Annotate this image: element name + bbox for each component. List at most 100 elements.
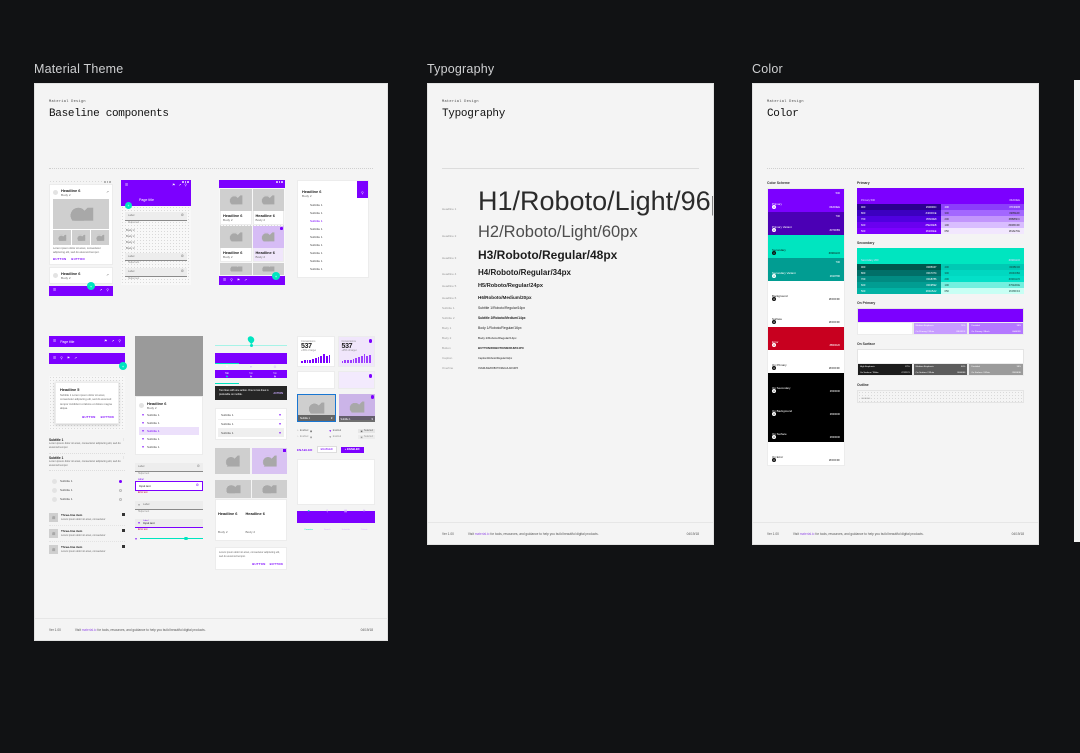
image-tile[interactable] <box>215 448 250 474</box>
text-field[interactable]: Label ⚙ <box>125 212 187 221</box>
text-field-leading-icon[interactable]: ♥ Label <box>135 500 203 510</box>
outlined-button[interactable]: ENABLED <box>316 446 337 453</box>
color-swatch[interactable]: On Background #000000 A <box>768 396 844 419</box>
list-item-selected[interactable]: ♥ Subtitle 1 <box>139 427 199 435</box>
slider-thumb[interactable] <box>249 343 254 347</box>
favorite-icon[interactable]: ♥ <box>142 421 144 425</box>
search-icon[interactable]: ⚲ <box>106 289 109 293</box>
favorite-icon[interactable]: ♥ <box>371 417 373 421</box>
clear-icon[interactable]: ⚙ <box>181 213 184 218</box>
list-item[interactable]: ♥ Subtitle 1 <box>139 435 199 443</box>
list-item-three-line[interactable]: Three-line item Lorem ipsum dolor sit am… <box>49 542 125 557</box>
radio-icon[interactable]: ○ <box>297 430 298 432</box>
list-item-selected[interactable]: Subtitle 1 <box>302 217 364 225</box>
bottom-navigation[interactable]: ♥ Favorites ⚲ Search ▦ Schedule ⚑ Tickets <box>297 509 375 531</box>
radio-icon[interactable] <box>118 488 122 493</box>
clear-icon[interactable]: ⚙ <box>196 483 199 488</box>
list-item-three-line[interactable]: Three-line item Lorem ipsum dolor sit am… <box>49 526 125 542</box>
list-card[interactable]: Headline 6 Body 2 ♥ Subtitle 1 ♥ Subtitle … <box>135 396 203 455</box>
share-icon[interactable]: ↗ <box>106 190 109 195</box>
favorite-icon[interactable]: ♥ <box>142 445 144 449</box>
slider-thumb[interactable] <box>184 536 188 541</box>
color-swatch[interactable]: Background #FFFFFF A <box>768 281 844 304</box>
list-item[interactable]: ♥ Subtitle 1 <box>139 419 199 427</box>
favorite-icon[interactable]: ♥ <box>142 437 144 441</box>
grid-card[interactable]: Headline 6 Body 2 <box>220 226 252 262</box>
footer-link[interactable]: material.io <box>475 532 490 536</box>
footer-link[interactable]: material.io <box>800 532 815 536</box>
tab-item[interactable]: ⚙ Tab <box>263 353 287 375</box>
palette-row[interactable]: 050 #C8FFF4 <box>940 288 1024 294</box>
clear-icon[interactable]: ⚙ <box>197 464 200 469</box>
slider-with-label[interactable] <box>215 334 287 348</box>
footer-link[interactable]: material.io <box>82 628 97 632</box>
image-tile[interactable] <box>251 480 287 498</box>
palette-row[interactable]: 050 #F2E7FE <box>940 228 1024 234</box>
notification-icon[interactable]: ⚑ <box>104 339 107 344</box>
radio-selected-icon[interactable] <box>118 479 122 484</box>
search-icon[interactable]: ⚲ <box>118 339 121 344</box>
palette-row[interactable]: 500 #6200EE <box>857 228 941 234</box>
share-icon[interactable]: ↗ <box>106 273 109 278</box>
text-field[interactable]: Label ⚙ <box>125 268 187 277</box>
dialog-button-2[interactable]: BUTTON <box>101 415 114 419</box>
image-tile[interactable] <box>215 480 251 498</box>
share-icon[interactable]: ↗ <box>99 289 102 293</box>
stat-card-selected[interactable]: Conversions 537 +45% of target <box>337 336 375 367</box>
device-grid[interactable]: Headline 6 Body 2 Headline 6 Body 2 Head… <box>219 180 285 285</box>
checkbox-icon[interactable] <box>122 512 125 516</box>
emphasis-tier[interactable]: High Emphasis 87% On Surface / White #21212… <box>857 363 913 376</box>
radio-icon[interactable] <box>118 497 122 502</box>
list-item-radio[interactable]: Subtitle 1 <box>49 477 125 486</box>
card-second[interactable]: Headline 6 Body 2 ↗ <box>49 267 113 285</box>
list-item[interactable]: Subtitle 1 <box>302 201 364 209</box>
card-media[interactable]: Headline 6 Body 2 ↗ Lorem ipsum dolor si… <box>49 184 113 266</box>
favorite-icon[interactable]: ♥ <box>329 435 331 439</box>
image-tile-selected[interactable] <box>252 448 287 474</box>
search-icon[interactable]: ⚲ <box>60 356 63 361</box>
tab-bar-icons[interactable]: ⚑ ⚑ ⚑ <box>215 370 287 384</box>
tab-item[interactable]: ♥ Tab <box>239 353 263 375</box>
dialog-button-1[interactable]: BUTTON <box>82 415 95 419</box>
grid-card-selected[interactable]: Headline 6 Body 2 <box>252 226 284 262</box>
search-icon[interactable]: ⚲ <box>184 183 187 188</box>
grid-card-image[interactable] <box>220 263 252 275</box>
color-swatch[interactable]: Primary 500 #6200EE A <box>768 189 844 212</box>
list-item[interactable]: Subtitle 1 <box>302 209 364 217</box>
list-item[interactable]: Subtitle 1 ♥ <box>218 411 284 420</box>
list-item[interactable]: Subtitle 1 <box>302 249 364 257</box>
blank-card[interactable] <box>297 371 335 389</box>
list-item-radio[interactable]: Subtitle 1 <box>49 486 125 495</box>
checkbox-icon[interactable] <box>122 544 125 548</box>
color-swatch[interactable]: Secondary Variant 700 #018786 A <box>768 258 844 281</box>
notification-icon[interactable]: ⚑ <box>67 356 70 361</box>
color-swatch[interactable]: Surface #FFFFFF A <box>768 304 844 327</box>
color-swatch[interactable]: On Surface #000000 A <box>768 419 844 442</box>
text-field[interactable]: Label ⚙ <box>125 252 187 262</box>
device-card-feed[interactable]: Headline 6 Body 2 ↗ Lorem ipsum dolor si… <box>49 180 113 297</box>
device-list-panel[interactable]: ⚲ Headline 6 Body 2 Subtitle 1 Subtitle … <box>297 180 369 278</box>
share-icon[interactable]: ↗ <box>178 183 181 188</box>
floating-action-button[interactable]: + <box>119 362 127 370</box>
color-swatch[interactable]: Secondary #03DAC6 A <box>768 235 844 258</box>
more-icon[interactable]: ⋮ <box>122 438 125 441</box>
list-item[interactable]: Subtitle 1 ♥ <box>218 420 284 429</box>
clear-icon[interactable]: ⚙ <box>181 254 184 259</box>
emphasis-tier[interactable]: Disabled 38% On Primary / Black #A663FF <box>968 322 1025 335</box>
grid-card[interactable]: Headline 6 Body 2 <box>252 189 284 225</box>
image-card-selected[interactable]: Subtitle 1 ♥ <box>338 394 375 422</box>
share-icon[interactable]: ↗ <box>74 356 77 361</box>
search-fab-corner[interactable]: ⚲ <box>357 181 368 198</box>
favorite-icon[interactable]: ♥ <box>329 429 331 433</box>
menu-icon[interactable]: ☰ <box>53 339 56 344</box>
color-swatch[interactable]: On Secondary #000000 A <box>768 373 844 396</box>
list-item[interactable]: Subtitle 1 <box>302 257 364 265</box>
list-item[interactable]: Subtitle 1 <box>302 241 364 249</box>
radio-icon[interactable]: ○ <box>297 436 298 438</box>
menu-icon[interactable]: ☰ <box>125 183 128 188</box>
more-icon[interactable]: ⋮ <box>122 455 125 459</box>
device-form[interactable]: ☰ ⚑ ↗ ⚲ Page title + Label ⚙ Helper text <box>121 180 191 285</box>
list-item-three-line[interactable]: Three-line item Lorem ipsum dolor sit am… <box>49 510 125 526</box>
snackbar-action[interactable]: ACTION <box>273 392 283 395</box>
share-icon[interactable]: ↗ <box>244 278 247 283</box>
